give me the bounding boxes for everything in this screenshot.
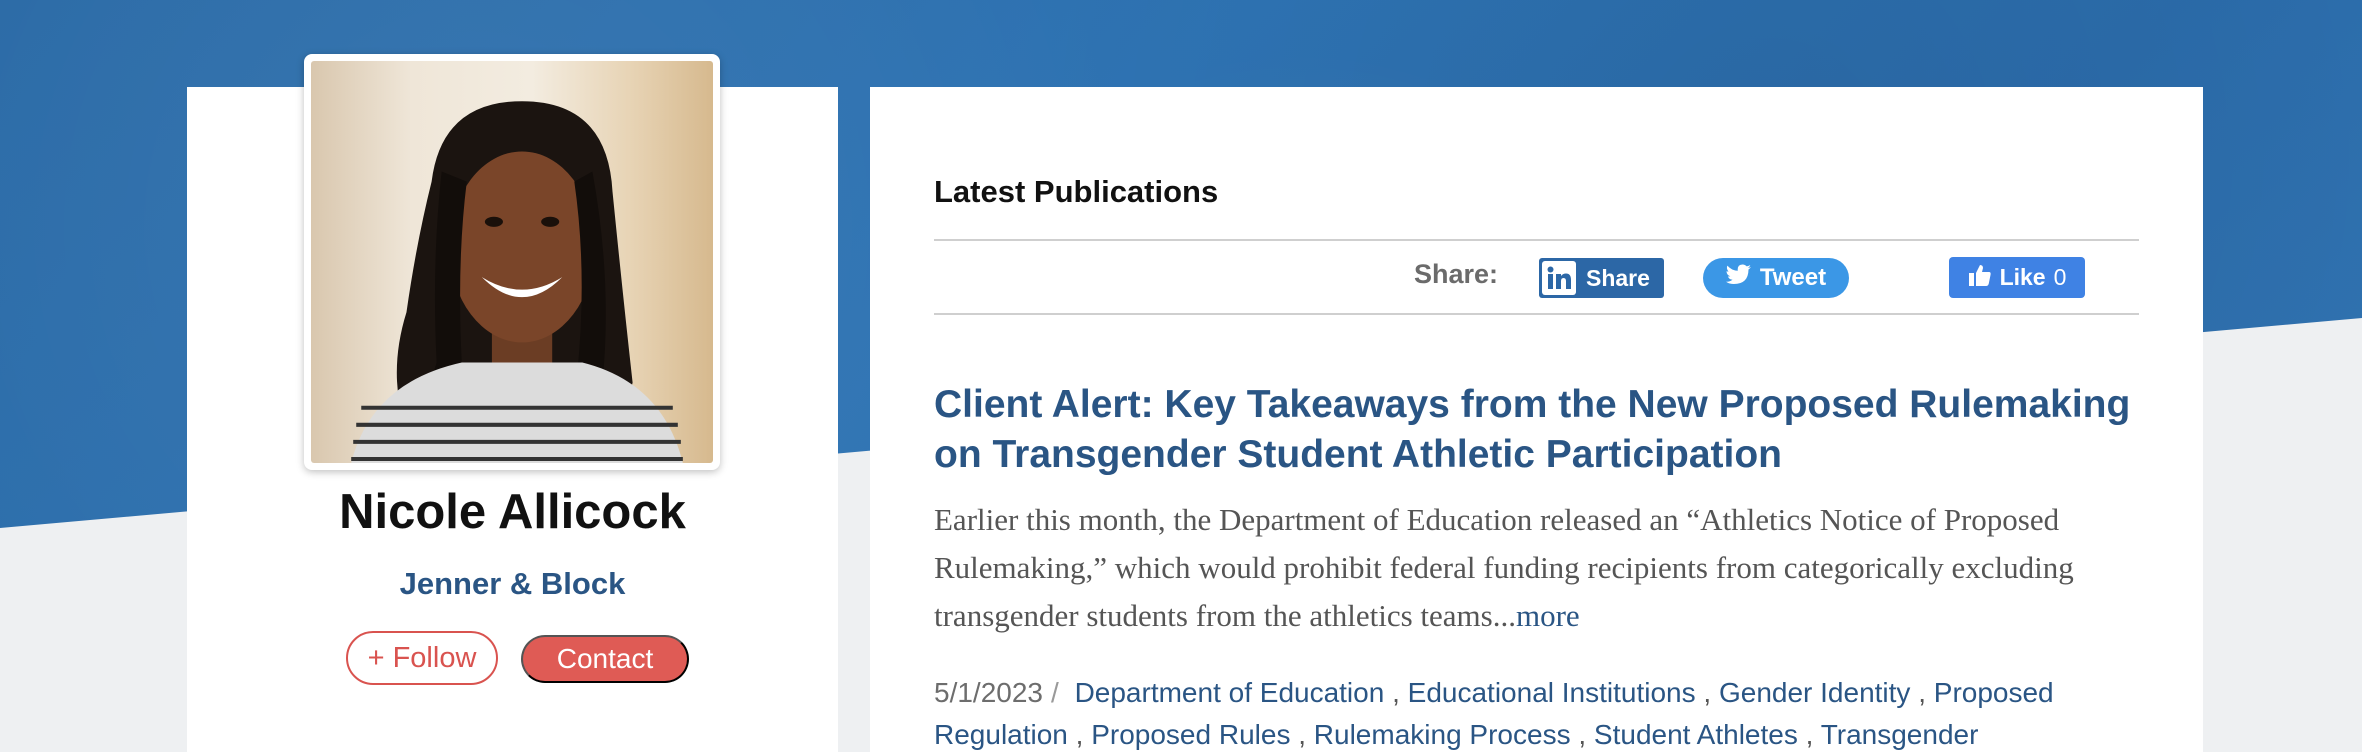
article-excerpt: Earlier this month, the Department of Ed… [934, 496, 2164, 640]
article-meta: 5/1/2023/ Department of Education , Educ… [934, 677, 2054, 750]
share-label: Share: [1414, 259, 1499, 289]
tag-link[interactable]: Student Athletes [1594, 719, 1798, 750]
like-label: Like [1999, 264, 2046, 290]
profile-name: Nicole Allicock [339, 485, 686, 539]
more-link[interactable]: more [1516, 598, 1580, 633]
twitter-bird-icon [1725, 264, 1752, 293]
tweet-label: Tweet [1759, 264, 1827, 291]
date-separator: / [1051, 677, 1059, 708]
linkedin-icon [1542, 261, 1576, 295]
profile-organization: Jenner & Block [399, 566, 626, 601]
linkedin-share-button[interactable]: Share [1539, 258, 1664, 298]
divider [934, 313, 2139, 315]
article-title-link[interactable]: Client Alert: Key Takeaways from the New… [934, 380, 2164, 480]
divider [934, 239, 2139, 241]
tag-link[interactable]: Transgender [1821, 719, 1979, 750]
tag-link[interactable]: Gender Identity [1719, 677, 1910, 708]
like-count: 0 [2053, 264, 2067, 290]
section-title: Latest Publications [934, 174, 1219, 209]
follow-button[interactable]: + Follow [346, 631, 498, 685]
article-date: 5/1/2023 [934, 677, 1043, 708]
tag-link[interactable]: Rulemaking Process [1314, 719, 1571, 750]
thumbs-up-icon [1968, 263, 1992, 293]
facebook-like-button[interactable]: Like 0 [1949, 257, 2085, 298]
portrait-image [351, 101, 683, 463]
tag-link[interactable]: Department of Education [1075, 677, 1385, 708]
article-excerpt-text: Earlier this month, the Department of Ed… [934, 502, 2074, 633]
contact-button[interactable]: Contact [521, 635, 689, 683]
tweet-button[interactable]: Tweet [1703, 258, 1849, 298]
avatar [311, 61, 713, 463]
profile-photo [304, 54, 720, 470]
tag-link[interactable]: Proposed Rules [1091, 719, 1290, 750]
linkedin-share-label: Share [1586, 264, 1650, 291]
tag-link[interactable]: Educational Institutions [1408, 677, 1696, 708]
